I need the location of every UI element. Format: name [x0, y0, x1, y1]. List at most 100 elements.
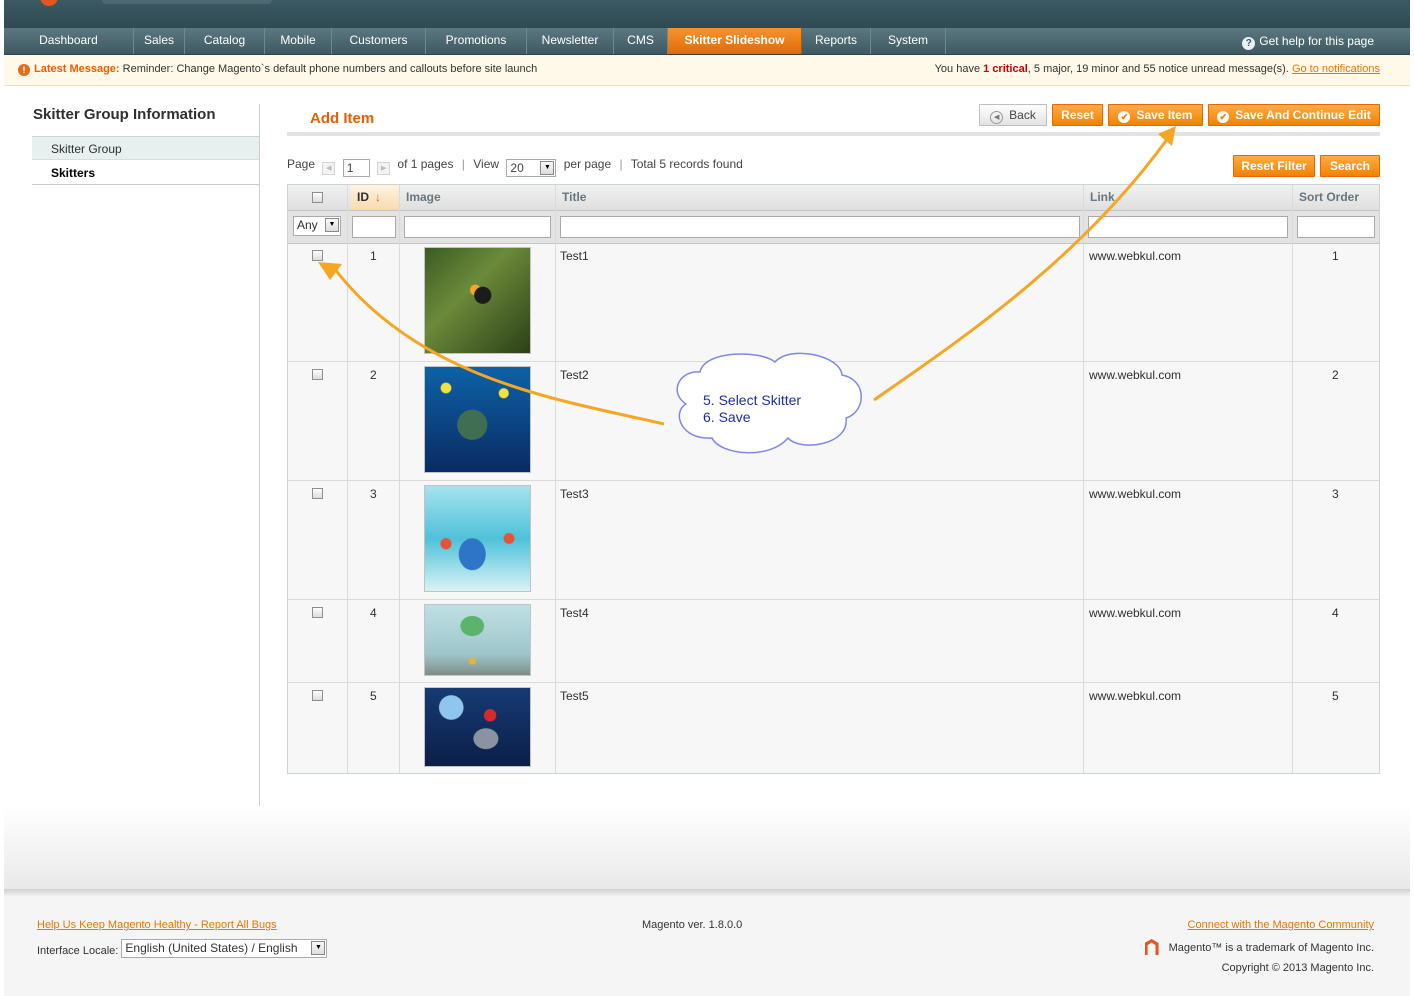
- sidebar-divider: [259, 104, 260, 807]
- row-checkbox[interactable]: [312, 690, 323, 701]
- select-all-checkbox[interactable]: [312, 192, 323, 203]
- summary-prefix: You have: [934, 63, 981, 75]
- table-row[interactable]: 5 Test5 www.webkul.com 5: [288, 683, 1379, 773]
- row-title: Test5: [560, 689, 589, 703]
- report-bugs-link[interactable]: Help Us Keep Magento Healthy - Report Al…: [37, 919, 277, 931]
- search-button[interactable]: Search: [1320, 155, 1380, 177]
- sidebar-tab-skitters[interactable]: Skitters: [32, 161, 260, 185]
- sidebar-tab-skitter-group[interactable]: Skitter Group: [32, 136, 260, 160]
- row-link: www.webkul.com: [1089, 606, 1182, 620]
- nav-dashboard[interactable]: Dashboard: [4, 28, 134, 54]
- filter-any-select[interactable]: Any ▼: [293, 216, 341, 236]
- magento-logo-icon: [40, 0, 58, 6]
- skitter-image: [424, 247, 531, 354]
- row-title: Test2: [560, 368, 589, 382]
- check-icon: ✔: [1118, 111, 1131, 123]
- copyright: Copyright © 2013 Magento Inc.: [1221, 962, 1374, 974]
- check-icon: ✔: [1217, 111, 1230, 123]
- critical-count: 1 critical: [983, 63, 1028, 75]
- nav-mobile[interactable]: Mobile: [265, 28, 332, 54]
- row-checkbox[interactable]: [312, 250, 323, 261]
- reset-filter-button[interactable]: Reset Filter: [1233, 155, 1315, 177]
- arrowhead-icon: [1158, 126, 1176, 146]
- column-image[interactable]: Image: [400, 185, 555, 210]
- nav-newsletter[interactable]: Newsletter: [527, 28, 614, 54]
- separator: |: [619, 157, 623, 171]
- filter-image-input[interactable]: [404, 216, 551, 238]
- filter-id-input[interactable]: [352, 216, 396, 238]
- pager: Page ◀ 1 ▶ of 1 pages | View 20 ▼ per pag…: [287, 157, 743, 177]
- column-title[interactable]: Title: [556, 185, 1083, 210]
- save-item-label: Save Item: [1136, 108, 1193, 122]
- row-id: 3: [370, 487, 377, 501]
- trademark-text: Magento™ is a trademark of Magento Inc.: [1168, 942, 1374, 954]
- row-sort-order: 4: [1332, 606, 1339, 620]
- separator: |: [461, 157, 465, 171]
- nav-cms[interactable]: CMS: [614, 28, 668, 54]
- reset-button[interactable]: Reset: [1052, 104, 1103, 126]
- nav-sales[interactable]: Sales: [134, 28, 185, 54]
- skitter-image: [424, 485, 531, 592]
- nav-system[interactable]: System: [871, 28, 946, 54]
- row-link: www.webkul.com: [1089, 249, 1182, 263]
- filter-link-input[interactable]: [1088, 216, 1288, 238]
- nav-catalog[interactable]: Catalog: [185, 28, 265, 54]
- filter-sort-input[interactable]: [1297, 216, 1375, 238]
- latest-message: ! Latest Message: Reminder: Change Magent…: [18, 63, 537, 76]
- reset-filter-label: Reset Filter: [1241, 159, 1307, 173]
- nav-customers[interactable]: Customers: [332, 28, 426, 54]
- per-page-label: per page: [563, 157, 612, 171]
- help-icon: ?: [1242, 37, 1256, 50]
- view-label: View: [473, 157, 500, 171]
- locale-select[interactable]: English (United States) / English ▼: [121, 939, 328, 958]
- row-id: 5: [370, 689, 377, 703]
- table-row[interactable]: 3 Test3 www.webkul.com 3: [288, 481, 1379, 600]
- column-link[interactable]: Link: [1084, 185, 1292, 210]
- locale-control: Interface Locale: English (United States…: [37, 939, 328, 958]
- trademark: Magento™ is a trademark of Magento Inc.: [1144, 939, 1374, 955]
- sidebar-title: Skitter Group Information: [33, 106, 216, 123]
- community-link[interactable]: Connect with the Magento Community: [1188, 919, 1374, 931]
- summary-rest: , 5 major, 19 minor and 55 notice unread…: [1027, 63, 1289, 75]
- per-page-value: 20: [510, 161, 524, 175]
- notifications-link[interactable]: Go to notifications: [1292, 63, 1380, 75]
- row-title: Test1: [560, 249, 589, 263]
- help-link[interactable]: ? Get help for this page: [1242, 31, 1374, 51]
- save-continue-label: Save And Continue Edit: [1235, 108, 1371, 122]
- back-button[interactable]: ◀ Back: [979, 104, 1047, 126]
- row-sort-order: 1: [1332, 249, 1339, 263]
- row-checkbox[interactable]: [312, 607, 323, 618]
- message-summary: You have 1 critical, 5 major, 19 minor a…: [935, 63, 1380, 75]
- row-checkbox[interactable]: [312, 369, 323, 380]
- row-title: Test4: [560, 606, 589, 620]
- filter-title-input[interactable]: [560, 216, 1080, 238]
- nav-reports[interactable]: Reports: [802, 28, 871, 54]
- search-label: Search: [1329, 159, 1371, 173]
- back-button-label: Back: [1009, 108, 1036, 122]
- row-title: Test3: [560, 487, 589, 501]
- next-page-icon[interactable]: ▶: [377, 162, 391, 175]
- magento-logo-icon: [1144, 939, 1159, 955]
- back-arrow-icon: ◀: [990, 111, 1004, 124]
- row-sort-order: 3: [1332, 487, 1339, 501]
- page-title: Add Item: [310, 110, 375, 127]
- main-navigation: Dashboard Sales Catalog Mobile Customers…: [4, 28, 1410, 55]
- save-continue-button[interactable]: ✔ Save And Continue Edit: [1208, 104, 1380, 126]
- nav-skitter-slideshow[interactable]: Skitter Slideshow: [668, 28, 802, 54]
- table-row[interactable]: 2 Test2 www.webkul.com 2: [288, 362, 1379, 481]
- dropdown-arrow-icon: ▼: [540, 161, 555, 175]
- nav-promotions[interactable]: Promotions: [426, 28, 527, 54]
- column-id[interactable]: ID ↓: [351, 185, 400, 210]
- table-row[interactable]: 1 Test1 www.webkul.com 1: [288, 243, 1379, 362]
- row-checkbox[interactable]: [312, 488, 323, 499]
- reset-button-label: Reset: [1061, 108, 1094, 122]
- skitter-image: [424, 366, 531, 473]
- prev-page-icon[interactable]: ◀: [322, 162, 336, 175]
- table-row[interactable]: 4 Test4 www.webkul.com 4: [288, 600, 1379, 683]
- column-sort-order[interactable]: Sort Order: [1293, 185, 1379, 210]
- page-input[interactable]: 1: [342, 159, 370, 177]
- row-link: www.webkul.com: [1089, 487, 1182, 501]
- save-item-button[interactable]: ✔ Save Item: [1108, 104, 1203, 126]
- row-sort-order: 2: [1332, 368, 1339, 382]
- per-page-select[interactable]: 20 ▼: [506, 159, 557, 177]
